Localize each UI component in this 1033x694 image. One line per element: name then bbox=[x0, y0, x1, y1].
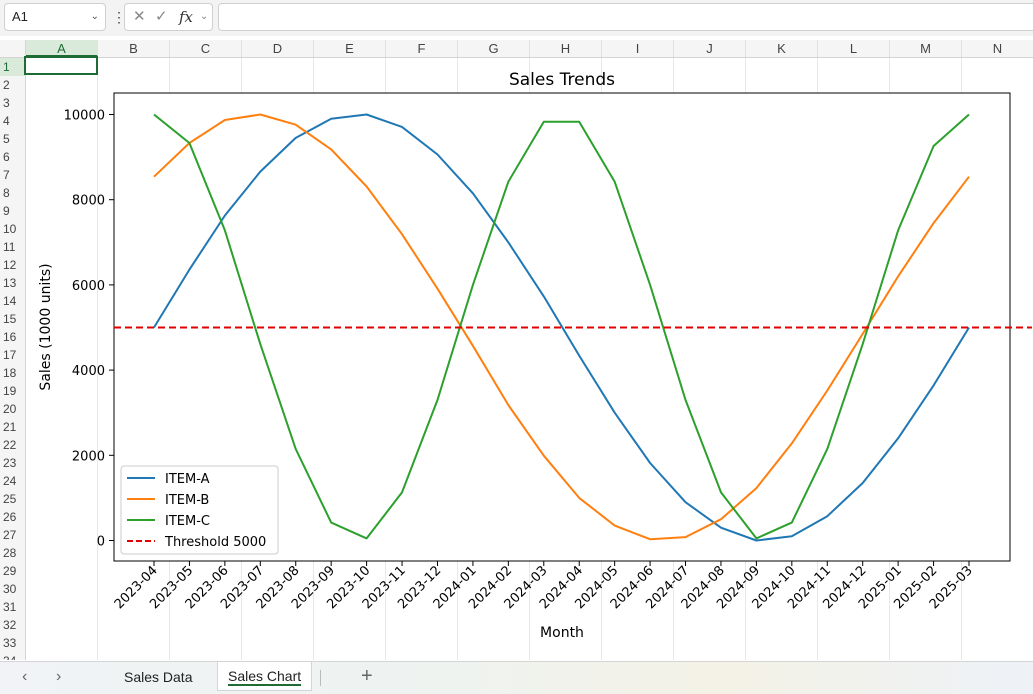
column-header-d[interactable]: D bbox=[242, 40, 314, 57]
row-header-33[interactable]: 33 bbox=[0, 634, 25, 652]
row-header-24[interactable]: 24 bbox=[0, 472, 25, 490]
row-header-4[interactable]: 4 bbox=[0, 112, 25, 130]
row-header-23[interactable]: 23 bbox=[0, 454, 25, 472]
row-header-16[interactable]: 16 bbox=[0, 328, 25, 346]
legend-label: ITEM-A bbox=[165, 472, 210, 487]
column-header-j[interactable]: J bbox=[674, 40, 746, 57]
sales-chart[interactable]: Sales Trends02000400060008000100002023-0… bbox=[27, 58, 1032, 660]
row-header-1[interactable]: 1 bbox=[0, 58, 25, 76]
row-header-32[interactable]: 32 bbox=[0, 616, 25, 634]
row-header-25[interactable]: 25 bbox=[0, 490, 25, 508]
tab-divider bbox=[320, 670, 321, 686]
column-header-n[interactable]: N bbox=[962, 40, 1033, 57]
column-header-g[interactable]: G bbox=[458, 40, 530, 57]
row-header-2[interactable]: 2 bbox=[0, 76, 25, 94]
row-header-14[interactable]: 14 bbox=[0, 292, 25, 310]
tab-sales-data[interactable]: Sales Data bbox=[114, 662, 202, 693]
row-header-15[interactable]: 15 bbox=[0, 310, 25, 328]
row-header-bar: 1 2 3 4 5 6 7 8 9 10 11 12 13 14 15 16 17 18 19 20 21 22 23 24 2… bbox=[0, 58, 26, 660]
row-header-31[interactable]: 31 bbox=[0, 598, 25, 616]
column-header-l[interactable]: L bbox=[818, 40, 890, 57]
row-header-7[interactable]: 7 bbox=[0, 166, 25, 184]
chart-title: Sales Trends bbox=[509, 70, 615, 90]
y-axis-label: Sales (1000 units) bbox=[38, 263, 54, 390]
column-header-h[interactable]: H bbox=[530, 40, 602, 57]
row-header-11[interactable]: 11 bbox=[0, 238, 25, 256]
confirm-icon[interactable]: ✓ bbox=[155, 4, 168, 30]
formula-input[interactable] bbox=[218, 3, 1033, 31]
name-box-value: A1 bbox=[12, 9, 28, 24]
row-header-8[interactable]: 8 bbox=[0, 184, 25, 202]
y-tick-label: 4000 bbox=[72, 364, 105, 379]
column-header-c[interactable]: C bbox=[170, 40, 242, 57]
row-header-34[interactable]: 34 bbox=[0, 652, 25, 660]
y-tick-label: 10000 bbox=[64, 109, 105, 124]
y-tick-label: 0 bbox=[97, 535, 105, 550]
function-icon[interactable]: fx bbox=[179, 4, 193, 30]
row-header-3[interactable]: 3 bbox=[0, 94, 25, 112]
chevron-down-icon[interactable]: ⌄ bbox=[91, 4, 99, 30]
legend-label: ITEM-C bbox=[165, 514, 210, 529]
cancel-icon[interactable]: ✕ bbox=[133, 4, 146, 30]
tab-label: Sales Data bbox=[124, 669, 193, 685]
row-header-10[interactable]: 10 bbox=[0, 220, 25, 238]
row-header-13[interactable]: 13 bbox=[0, 274, 25, 292]
tab-sales-chart[interactable]: Sales Chart bbox=[217, 662, 313, 691]
chevron-down-icon[interactable]: ⌄ bbox=[200, 4, 208, 30]
x-axis-label: Month bbox=[540, 625, 584, 641]
column-header-a[interactable]: A bbox=[26, 40, 98, 57]
y-tick-label: 2000 bbox=[72, 449, 105, 464]
row-header-26[interactable]: 26 bbox=[0, 508, 25, 526]
name-box[interactable]: A1 ⌄ bbox=[4, 3, 106, 31]
formula-controls: ✕ ✓ fx ⌄ bbox=[124, 3, 213, 31]
tab-label: Sales Chart bbox=[228, 668, 302, 686]
chevron-left-icon[interactable]: ‹ bbox=[22, 668, 27, 686]
row-header-28[interactable]: 28 bbox=[0, 544, 25, 562]
select-all-corner[interactable] bbox=[0, 40, 26, 57]
row-header-30[interactable]: 30 bbox=[0, 580, 25, 598]
add-sheet-icon[interactable]: + bbox=[361, 665, 373, 688]
row-header-21[interactable]: 21 bbox=[0, 418, 25, 436]
sheet-tab-bar: ‹ › Sales Data Sales Chart + bbox=[0, 661, 1033, 694]
row-header-6[interactable]: 6 bbox=[0, 148, 25, 166]
column-header-m[interactable]: M bbox=[890, 40, 962, 57]
row-header-22[interactable]: 22 bbox=[0, 436, 25, 454]
column-header-b[interactable]: B bbox=[98, 40, 170, 57]
row-header-5[interactable]: 5 bbox=[0, 130, 25, 148]
legend-label: Threshold 5000 bbox=[164, 535, 266, 550]
chevron-right-icon[interactable]: › bbox=[56, 668, 61, 686]
row-header-18[interactable]: 18 bbox=[0, 364, 25, 382]
row-header-19[interactable]: 19 bbox=[0, 382, 25, 400]
column-header-f[interactable]: F bbox=[386, 40, 458, 57]
row-header-9[interactable]: 9 bbox=[0, 202, 25, 220]
row-header-17[interactable]: 17 bbox=[0, 346, 25, 364]
formula-bar: A1 ⌄ ⋮ ✕ ✓ fx ⌄ bbox=[0, 0, 1033, 36]
column-header-i[interactable]: I bbox=[602, 40, 674, 57]
row-header-20[interactable]: 20 bbox=[0, 400, 25, 418]
row-header-29[interactable]: 29 bbox=[0, 562, 25, 580]
y-tick-label: 8000 bbox=[72, 194, 105, 209]
y-tick-label: 6000 bbox=[72, 279, 105, 294]
column-header-e[interactable]: E bbox=[314, 40, 386, 57]
row-header-27[interactable]: 27 bbox=[0, 526, 25, 544]
column-header-k[interactable]: K bbox=[746, 40, 818, 57]
legend-label: ITEM-B bbox=[165, 493, 209, 508]
row-header-12[interactable]: 12 bbox=[0, 256, 25, 274]
